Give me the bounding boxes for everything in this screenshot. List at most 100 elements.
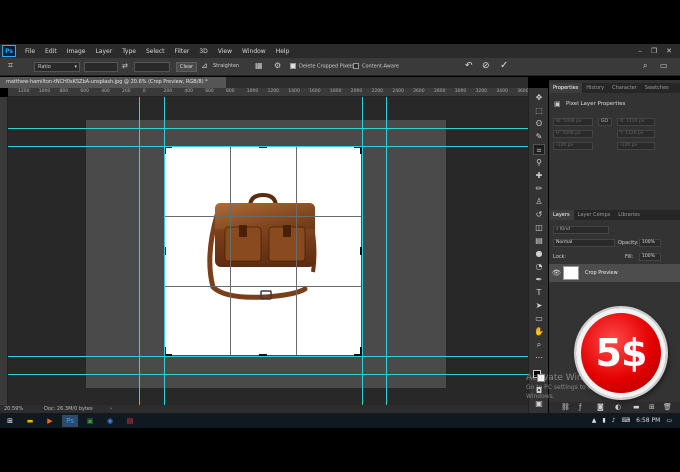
- move-tool-icon[interactable]: ✥: [533, 92, 545, 103]
- eye-icon[interactable]: 👁: [552, 269, 561, 277]
- path-selection-tool-icon[interactable]: ➤: [533, 300, 545, 311]
- pen-tool-icon[interactable]: ✒: [533, 274, 545, 285]
- width-ratio-input[interactable]: [84, 62, 118, 72]
- ruler-vertical[interactable]: [0, 97, 8, 405]
- delete-cropped-pixels-checkbox[interactable]: Delete Cropped Pixels: [290, 63, 354, 70]
- document-tab[interactable]: matthew-hamilton-tNCH0sKSZbA-unsplash.jp…: [0, 77, 226, 88]
- content-aware-checkbox[interactable]: Content-Aware: [353, 63, 399, 70]
- guide-line[interactable]: [164, 97, 165, 405]
- tray-arrow-icon[interactable]: ▲: [592, 417, 597, 424]
- ratio-select[interactable]: Ratio ▾: [34, 62, 80, 72]
- eyedropper-tool-icon[interactable]: ⚲: [533, 157, 545, 168]
- straighten-icon[interactable]: ⊿: [201, 61, 208, 70]
- keyboard-icon[interactable]: ⌨: [621, 417, 630, 424]
- brush-tool-icon[interactable]: ✏: [533, 183, 545, 194]
- filter-kind-select[interactable]: ⌕ Kind: [553, 226, 609, 234]
- layer-name[interactable]: Crop Preview: [585, 270, 618, 276]
- guide-line[interactable]: [8, 128, 528, 129]
- height-ratio-input[interactable]: [134, 62, 170, 72]
- link-dimensions-button[interactable]: GO: [598, 118, 612, 126]
- close-icon[interactable]: ✕: [666, 47, 672, 55]
- type-tool-icon[interactable]: T: [533, 287, 545, 298]
- folder-icon[interactable]: ▬: [633, 403, 640, 411]
- media-player-icon[interactable]: ▶: [42, 415, 58, 427]
- height-field[interactable]: H: 5008 px: [553, 130, 593, 138]
- ruler-horizontal[interactable]: 1200 1000 800 600 400 200 0 200 400 600 800 1000 120…: [8, 88, 529, 97]
- menu-layer[interactable]: Layer: [90, 48, 117, 55]
- menu-file[interactable]: File: [20, 48, 40, 55]
- healing-brush-tool-icon[interactable]: ✚: [533, 170, 545, 181]
- guide-line[interactable]: [362, 97, 363, 405]
- workspace-icon[interactable]: ▭: [660, 61, 668, 70]
- lasso-tool-icon[interactable]: ʘ: [533, 118, 545, 129]
- link-layers-icon[interactable]: ⛓: [561, 403, 570, 411]
- new-layer-icon[interactable]: ⊞: [649, 403, 655, 411]
- settings-gear-icon[interactable]: ⚙: [274, 61, 281, 70]
- menu-view[interactable]: View: [213, 48, 237, 55]
- mask-icon[interactable]: ◙: [597, 403, 604, 411]
- x-offset-field[interactable]: -120 px: [553, 142, 593, 150]
- clear-button[interactable]: Clear: [176, 62, 198, 72]
- file-explorer-icon[interactable]: ▬: [22, 415, 38, 427]
- fill-input[interactable]: 100%: [639, 253, 661, 261]
- menu-help[interactable]: Help: [271, 48, 295, 55]
- adjustment-icon[interactable]: ◐: [615, 403, 621, 411]
- zoom-level[interactable]: 20.59%: [4, 405, 23, 413]
- rectangle-tool-icon[interactable]: ▭: [533, 313, 545, 324]
- app-icon[interactable]: ▤: [122, 415, 138, 427]
- tab-history[interactable]: History: [582, 83, 608, 93]
- crop-preview-image[interactable]: [164, 146, 362, 356]
- status-arrow-icon[interactable]: ›: [110, 405, 112, 413]
- blend-mode-select[interactable]: Normal: [553, 239, 615, 247]
- menu-edit[interactable]: Edit: [40, 48, 62, 55]
- straighten-label[interactable]: Straighten: [213, 63, 239, 69]
- layer-row[interactable]: 👁 Crop Preview: [549, 264, 680, 282]
- dodge-tool-icon[interactable]: ◔: [533, 261, 545, 272]
- tab-layers[interactable]: Layers: [549, 210, 574, 220]
- swap-icon[interactable]: ⇄: [122, 62, 128, 70]
- zoom-tool-icon[interactable]: ⌕: [533, 339, 545, 350]
- y-field[interactable]: Y: 1120 px: [617, 130, 655, 138]
- cancel-crop-icon[interactable]: ⊘: [482, 61, 490, 71]
- tab-libraries[interactable]: Libraries: [614, 210, 644, 220]
- menu-image[interactable]: Image: [62, 48, 91, 55]
- guide-line[interactable]: [139, 97, 140, 405]
- crop-tool-icon[interactable]: ⌗: [533, 144, 545, 155]
- crop-tool-icon[interactable]: ⌗: [8, 61, 13, 71]
- hand-tool-icon[interactable]: ✋: [533, 326, 545, 337]
- blur-tool-icon[interactable]: ●: [533, 248, 545, 259]
- volume-icon[interactable]: ♪: [612, 417, 616, 424]
- notification-icon[interactable]: ▭: [666, 417, 672, 424]
- overlay-grid-icon[interactable]: ▦: [255, 61, 263, 70]
- x-field[interactable]: X: 1120 px: [617, 118, 655, 126]
- menu-3d[interactable]: 3D: [194, 48, 212, 55]
- menu-filter[interactable]: Filter: [170, 48, 195, 55]
- network-icon[interactable]: ▮: [602, 417, 605, 424]
- trash-icon[interactable]: 🗑: [663, 403, 672, 411]
- image-viewer-icon[interactable]: ▣: [82, 415, 98, 427]
- more-tools-icon[interactable]: ⋯: [533, 352, 545, 363]
- width-field[interactable]: W: 5008 px: [553, 118, 593, 126]
- quick-select-tool-icon[interactable]: ✎: [533, 131, 545, 142]
- reset-icon[interactable]: ↶: [465, 61, 473, 71]
- guide-line[interactable]: [8, 356, 528, 357]
- marquee-tool-icon[interactable]: ⬚: [533, 105, 545, 116]
- tab-properties[interactable]: Properties: [549, 83, 583, 93]
- opacity-input[interactable]: 100%: [639, 239, 661, 247]
- minimize-icon[interactable]: –: [638, 47, 642, 55]
- tab-swatches[interactable]: Swatches: [641, 83, 673, 93]
- gradient-tool-icon[interactable]: ▤: [533, 235, 545, 246]
- search-icon[interactable]: ⌕: [643, 61, 647, 71]
- menu-type[interactable]: Type: [117, 48, 141, 55]
- menu-window[interactable]: Window: [237, 48, 271, 55]
- chrome-icon[interactable]: ◉: [102, 415, 118, 427]
- guide-line[interactable]: [386, 97, 387, 405]
- guide-line[interactable]: [8, 374, 528, 375]
- start-button-icon[interactable]: ⊞: [2, 415, 18, 427]
- menu-select[interactable]: Select: [141, 48, 170, 55]
- y-offset-field[interactable]: -120 px: [617, 142, 655, 150]
- history-brush-tool-icon[interactable]: ↺: [533, 209, 545, 220]
- fx-icon[interactable]: ƒ: [579, 403, 581, 411]
- clone-stamp-tool-icon[interactable]: ♙: [533, 196, 545, 207]
- tab-character[interactable]: Character: [608, 83, 641, 93]
